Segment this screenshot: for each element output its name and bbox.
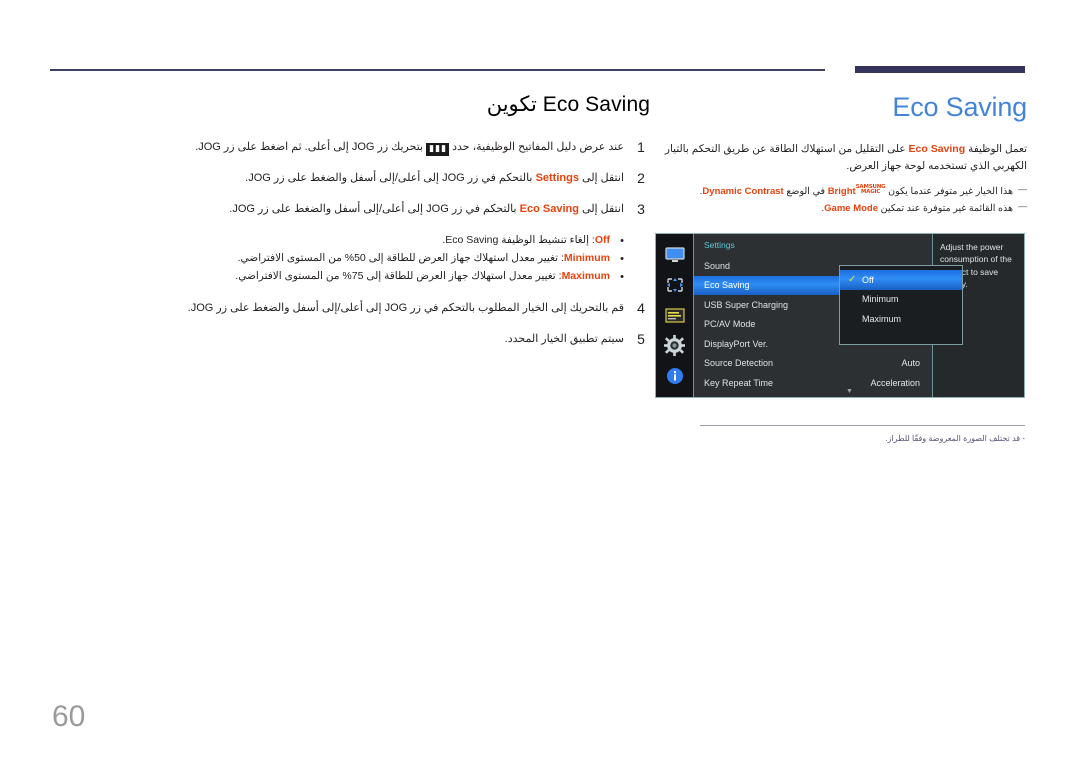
note-text: - قد تختلف الصورة المعروضة وفقًا للطراز. bbox=[885, 434, 1025, 443]
feature-note-1: هذا الخيار غير متوفر عندما يكون SAMSUNG … bbox=[655, 182, 1027, 201]
page-title-en: Eco Saving bbox=[542, 93, 650, 116]
step-4: 4 قم بالتحريك إلى الخيار المطلوب بالتحكم… bbox=[180, 300, 650, 317]
feature-note-1-mid: في الوضع bbox=[786, 185, 826, 197]
osd-row-key-repeat-time[interactable]: Key Repeat Time Acceleration bbox=[694, 373, 932, 393]
step-1-pre: عند عرض دليل المفاتيح الوظيفية، حدد bbox=[452, 141, 624, 154]
page-number: 60 bbox=[52, 700, 86, 733]
eco-option-minimum-text: : تغيير معدل استهلاك جهاز العرض للطاقة إ… bbox=[237, 252, 564, 265]
feature-note-2: هذه القائمة غير متوفرة عند تمكين Game Mo… bbox=[655, 199, 1027, 218]
step-5-text: سيتم تطبيق الخيار المحدد. bbox=[504, 332, 624, 345]
eco-option-off-text: : إلغاء تنشيط الوظيفة Eco Saving. bbox=[442, 234, 595, 247]
step-5: 5 سيتم تطبيق الخيار المحدد. bbox=[180, 331, 650, 348]
eco-option-maximum-text: : تغيير معدل استهلاك جهاز العرض للطاقة إ… bbox=[235, 270, 562, 283]
step-2: 2 انتقل إلى Settings بالتحكم في زر JOG إ… bbox=[180, 170, 650, 187]
step-2-post: بالتحكم في زر JOG إلى أعلى/إلى أسفل والض… bbox=[245, 172, 533, 185]
note-divider bbox=[700, 425, 1025, 426]
samsung-magic-logo-icon: SAMSUNG MAGIC bbox=[856, 184, 886, 195]
check-icon: ✓ bbox=[848, 274, 857, 286]
step-3-highlight: Eco Saving bbox=[519, 203, 579, 216]
steps-list-tail: 4 قم بالتحريك إلى الخيار المطلوب بالتحكم… bbox=[180, 300, 650, 348]
step-2-pre: انتقل إلى bbox=[582, 172, 624, 185]
osd-submenu-option-minimum[interactable]: Minimum bbox=[840, 290, 962, 310]
osd-icon-sidebar bbox=[656, 234, 694, 397]
osd-submenu-option-minimum-label: Minimum bbox=[862, 294, 899, 305]
osd-row-source-detection[interactable]: Source Detection Auto bbox=[694, 354, 932, 374]
step-2-number: 2 bbox=[637, 170, 645, 187]
osd-submenu-option-off-label: Off bbox=[862, 274, 874, 285]
eco-option-maximum: Maximum: تغيير معدل استهلاك جهاز العرض ل… bbox=[180, 268, 650, 287]
instruction-column: Eco Saving تكوين 1 عند عرض دليل المفاتيح… bbox=[180, 92, 650, 362]
osd-row-displayport-ver-label: DisplayPort Ver. bbox=[704, 338, 769, 349]
feature-note-1-highlight: Dynamic Contrast bbox=[702, 185, 784, 197]
step-4-text: قم بالتحريك إلى الخيار المطلوب بالتحكم ف… bbox=[187, 301, 624, 314]
onscreen-display-icon[interactable] bbox=[664, 305, 686, 325]
steps-list: 1 عند عرض دليل المفاتيح الوظيفية، حدد ▮▮… bbox=[180, 139, 650, 218]
osd-submenu-eco-saving: ✓ Off Minimum Maximum bbox=[839, 265, 963, 345]
feature-note-1-pre: هذا الخيار غير متوفر عندما يكون bbox=[888, 185, 1013, 197]
osd-row-sound-label: Sound bbox=[704, 260, 731, 271]
step-5-number: 5 bbox=[637, 330, 645, 347]
feature-description-pre: تعمل الوظيفة bbox=[968, 143, 1027, 155]
eco-option-minimum-label: Minimum bbox=[563, 252, 610, 265]
osd-menu-title: Settings bbox=[704, 240, 735, 250]
step-1-post: بتحريك زر JOG إلى أعلى. ثم اضغط على زر J… bbox=[195, 141, 424, 154]
osd-menu-panel: Settings Sound Eco Saving USB Super Char… bbox=[694, 234, 963, 397]
feature-description-highlight: Eco Saving bbox=[908, 143, 966, 155]
jog-menu-glyph-icon: ▮▮▮ bbox=[426, 143, 450, 157]
osd-submenu-option-maximum-label: Maximum bbox=[862, 313, 902, 324]
picture-position-icon[interactable] bbox=[664, 275, 686, 295]
system-gear-icon[interactable] bbox=[664, 335, 686, 357]
step-2-highlight: Settings bbox=[535, 172, 579, 185]
osd-submenu-option-maximum[interactable]: Maximum bbox=[840, 309, 962, 329]
step-3-number: 3 bbox=[637, 201, 645, 218]
osd-row-key-repeat-time-label: Key Repeat Time bbox=[704, 377, 774, 388]
step-3-pre: انتقل إلى bbox=[582, 203, 624, 216]
feature-note-2-highlight: Game Mode bbox=[824, 203, 879, 215]
step-4-number: 4 bbox=[637, 299, 645, 316]
step-3: 3 انتقل إلى Eco Saving بالتحكم في زر JOG… bbox=[180, 201, 650, 218]
page-title: Eco Saving تكوين bbox=[180, 92, 650, 117]
header-rule-left bbox=[50, 69, 825, 71]
step-1: 1 عند عرض دليل المفاتيح الوظيفية، حدد ▮▮… bbox=[180, 139, 650, 157]
osd-row-source-detection-value: Auto bbox=[901, 358, 920, 369]
eco-option-off-label: Off bbox=[594, 234, 610, 247]
osd-row-usb-super-charging-label: USB Super Charging bbox=[704, 299, 789, 310]
osd-submenu-option-off[interactable]: ✓ Off bbox=[840, 270, 962, 290]
eco-options-list: Off: إلغاء تنشيط الوظيفة Eco Saving. Min… bbox=[180, 232, 650, 286]
eco-option-minimum: Minimum: تغيير معدل استهلاك جهاز العرض ل… bbox=[180, 250, 650, 269]
samsung-magic-logo-bottom: MAGIC bbox=[860, 188, 881, 195]
image-disclaimer: - قد تختلف الصورة المعروضة وفقًا للطراز. bbox=[700, 425, 1025, 445]
osd-row-pc-av-mode-label: PC/AV Mode bbox=[704, 319, 756, 330]
header-rule-right bbox=[855, 66, 1025, 73]
feature-note-2-pre: هذه القائمة غير متوفرة عند تمكين bbox=[880, 203, 1013, 215]
information-icon[interactable] bbox=[664, 366, 686, 386]
display-icon[interactable] bbox=[664, 245, 686, 265]
feature-note-1-magicword: Bright bbox=[827, 185, 856, 197]
eco-option-maximum-label: Maximum bbox=[561, 270, 610, 283]
eco-option-off: Off: إلغاء تنشيط الوظيفة Eco Saving. bbox=[180, 232, 650, 251]
page-title-ar: تكوين bbox=[486, 93, 537, 116]
osd-row-source-detection-label: Source Detection bbox=[704, 358, 774, 369]
step-3-post: بالتحكم في زر JOG إلى أعلى/إلى أسفل والض… bbox=[229, 203, 517, 216]
step-1-number: 1 bbox=[637, 139, 645, 156]
feature-column: Eco Saving تعمل الوظيفة Eco Saving على ا… bbox=[655, 92, 1027, 219]
feature-description: تعمل الوظيفة Eco Saving على التقليل من ا… bbox=[655, 141, 1027, 176]
feature-heading: Eco Saving bbox=[892, 92, 1027, 122]
chevron-down-icon[interactable]: ▼ bbox=[846, 388, 853, 395]
osd-row-eco-saving-label: Eco Saving bbox=[704, 280, 750, 291]
osd-row-key-repeat-time-value: Acceleration bbox=[870, 377, 920, 388]
osd-screenshot: Settings Sound Eco Saving USB Super Char… bbox=[655, 233, 1025, 398]
